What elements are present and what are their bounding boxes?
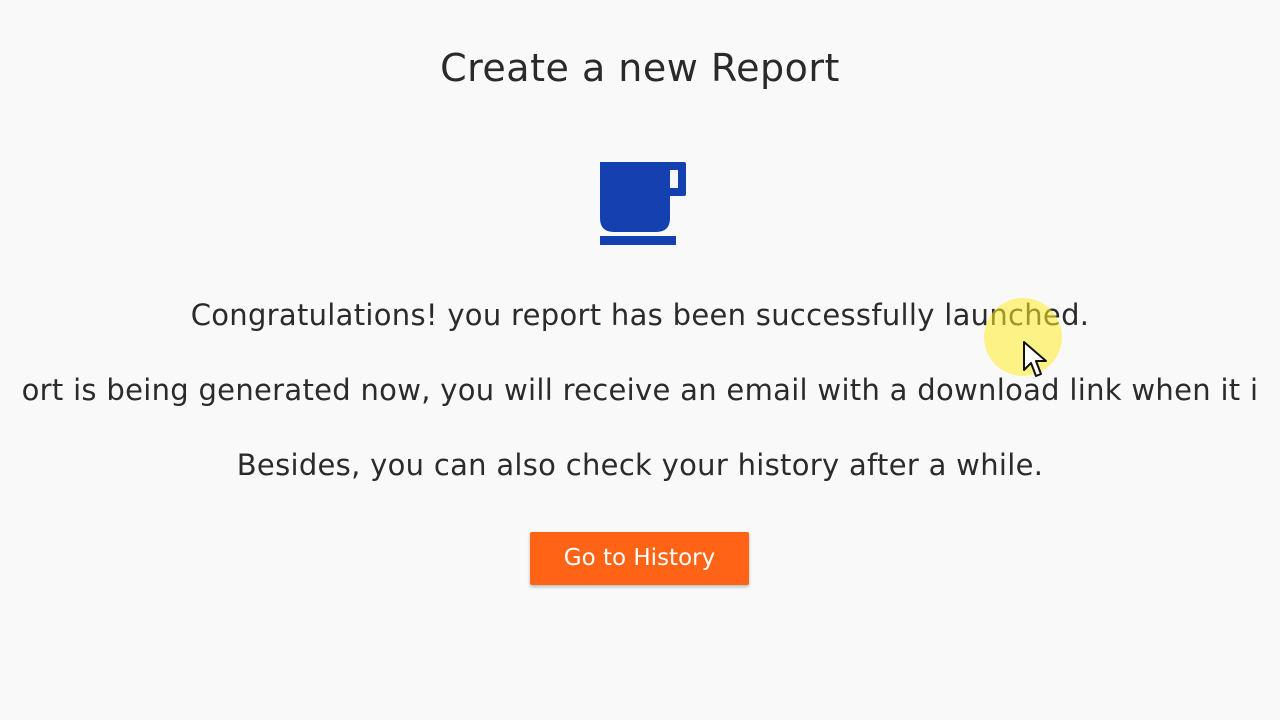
history-hint-message: Besides, you can also check your history… — [236, 448, 1044, 482]
page-title: Create a new Report — [440, 46, 840, 90]
generation-message: ort is being generated now, you will rec… — [21, 373, 1259, 407]
go-to-history-button[interactable]: Go to History — [530, 532, 749, 585]
cup-saucer — [600, 236, 676, 245]
cup-body — [600, 162, 670, 232]
cup-handle — [670, 162, 686, 196]
coffee-cup-icon — [600, 162, 686, 245]
success-message: Congratulations! you report has been suc… — [190, 298, 1090, 332]
